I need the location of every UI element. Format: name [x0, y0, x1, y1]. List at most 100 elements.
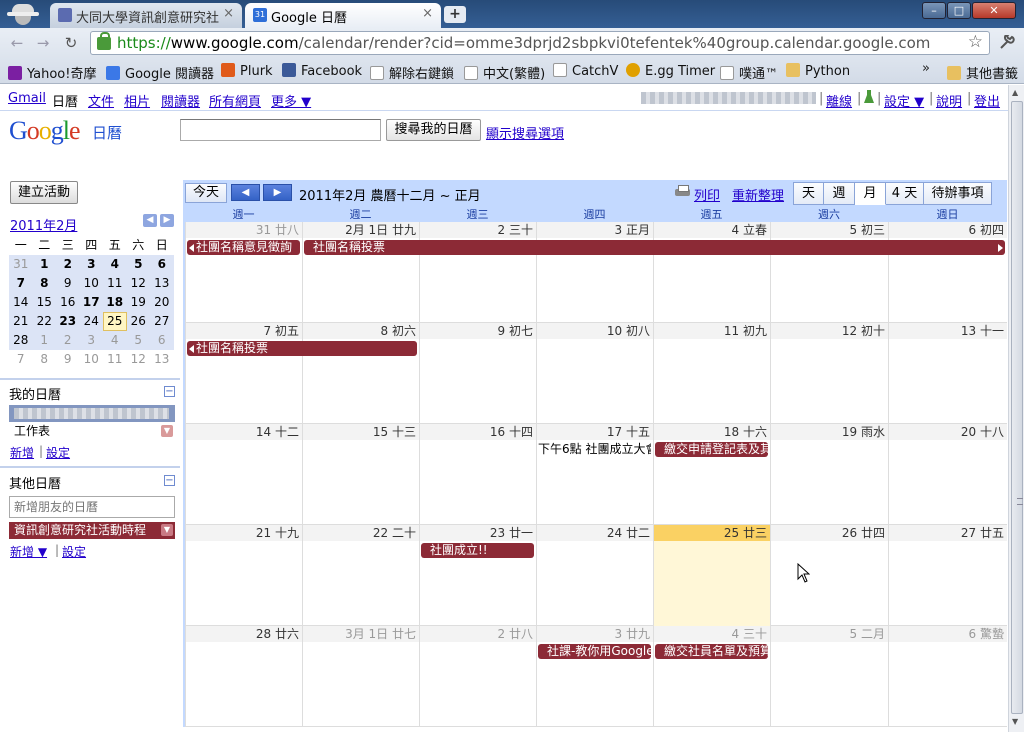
- day-cell[interactable]: 12 初十: [770, 323, 888, 424]
- mini-day[interactable]: 13: [150, 350, 174, 369]
- my-calendar-item[interactable]: [9, 405, 175, 422]
- scrollbar-thumb[interactable]: [1011, 101, 1023, 714]
- address-bar[interactable]: https://www.google.com/calendar/render?c…: [90, 31, 990, 55]
- google-logo[interactable]: Google: [9, 116, 81, 146]
- day-cell[interactable]: 6 驚蟄: [888, 626, 1007, 727]
- day-cell[interactable]: 2 三十: [419, 222, 536, 323]
- mini-day[interactable]: 15: [33, 293, 57, 312]
- mini-day[interactable]: 20: [150, 293, 174, 312]
- day-number[interactable]: 2月 1日 廿九: [303, 222, 419, 238]
- forward-arrow-icon[interactable]: →: [34, 34, 52, 52]
- bookmark-python[interactable]: Python: [786, 63, 850, 79]
- day-cell[interactable]: 20 十八: [888, 424, 1007, 525]
- day-cell[interactable]: 16 十四: [419, 424, 536, 525]
- day-cell[interactable]: 27 廿五: [888, 525, 1007, 626]
- mini-day[interactable]: 1: [33, 331, 57, 350]
- mini-day[interactable]: 10: [80, 350, 104, 369]
- day-cell[interactable]: 28 廿六: [185, 626, 302, 727]
- gbar-gmail-link[interactable]: Gmail: [8, 91, 46, 106]
- mini-day[interactable]: 8: [33, 350, 57, 369]
- page-scrollbar[interactable]: ▲ ▼: [1008, 85, 1024, 732]
- tab-close-icon[interactable]: ×: [422, 6, 433, 21]
- day-number[interactable]: 9 初七: [420, 323, 536, 339]
- day-cell[interactable]: 15 十三: [302, 424, 419, 525]
- my-calendars-add-link[interactable]: 新增: [10, 444, 34, 461]
- mini-day[interactable]: 17: [80, 293, 104, 312]
- today-button[interactable]: 今天: [185, 183, 227, 203]
- day-number[interactable]: 3月 1日 廿七: [303, 626, 419, 642]
- mini-day[interactable]: 18: [103, 293, 127, 312]
- my-calendars-settings-link[interactable]: 設定: [46, 444, 70, 461]
- day-cell[interactable]: 18 十六: [653, 424, 770, 525]
- mini-day[interactable]: 23: [56, 312, 80, 331]
- scroll-up-icon[interactable]: ▲: [1012, 88, 1018, 97]
- day-cell[interactable]: 9 初七: [419, 323, 536, 424]
- mini-day[interactable]: 27: [150, 312, 174, 331]
- mini-day[interactable]: 7: [9, 350, 33, 369]
- day-number[interactable]: 8 初六: [303, 323, 419, 339]
- dropdown-arrow-icon[interactable]: ▼: [161, 425, 173, 437]
- day-number[interactable]: 25 廿三: [654, 525, 770, 541]
- mini-day[interactable]: 21: [9, 312, 33, 331]
- bookmark-chinese[interactable]: 中文(繁體): [464, 63, 545, 82]
- new-tab-button[interactable]: +: [444, 6, 466, 23]
- day-cell[interactable]: 2 廿八: [419, 626, 536, 727]
- all-day-event[interactable]: 社團名稱意見徵詢: [187, 240, 300, 255]
- all-day-event[interactable]: 社課-教你用Google日曆: [538, 644, 651, 659]
- mini-day[interactable]: 22: [33, 312, 57, 331]
- gbar-more-link[interactable]: 更多 ▼: [271, 91, 311, 110]
- day-cell[interactable]: 14 十二: [185, 424, 302, 525]
- bookmark-unlock-rightclick[interactable]: 解除右鍵鎖: [370, 63, 454, 82]
- day-number[interactable]: 4 立春: [654, 222, 770, 238]
- day-cell[interactable]: 3 正月: [536, 222, 653, 323]
- day-cell[interactable]: 23 廿一: [419, 525, 536, 626]
- mini-day[interactable]: 2: [56, 331, 80, 350]
- mini-day[interactable]: 14: [9, 293, 33, 312]
- maximize-button[interactable]: □: [947, 2, 971, 19]
- day-number[interactable]: 26 廿四: [771, 525, 888, 541]
- mini-day[interactable]: 6: [150, 331, 174, 350]
- bookmark-yahoo[interactable]: Yahoo!奇摩: [8, 63, 96, 82]
- day-cell[interactable]: 5 初三: [770, 222, 888, 323]
- mini-day[interactable]: 8: [33, 274, 57, 293]
- day-number[interactable]: 31 廿八: [186, 222, 302, 238]
- day-cell[interactable]: 26 廿四: [770, 525, 888, 626]
- day-cell[interactable]: 17 十五: [536, 424, 653, 525]
- all-day-event[interactable]: 社團成立!!: [421, 543, 534, 558]
- all-day-event[interactable]: 繳交申請登記表及其他: [655, 442, 768, 457]
- close-window-button[interactable]: ✕: [972, 2, 1016, 19]
- mini-day[interactable]: 1: [33, 255, 57, 274]
- mini-day[interactable]: 3: [80, 331, 104, 350]
- prev-period-icon[interactable]: ◀: [231, 184, 260, 201]
- day-number[interactable]: 18 十六: [654, 424, 770, 440]
- day-number[interactable]: 19 雨水: [771, 424, 888, 440]
- tasks-calendar-item[interactable]: 工作表 ▼: [9, 423, 175, 440]
- day-cell[interactable]: 4 立春: [653, 222, 770, 323]
- day-number[interactable]: 21 十九: [186, 525, 302, 541]
- month-grid[interactable]: 31 廿八 2月 1日 廿九 2 三十 3 正月 4 立春 5 初三 6 初四 社團名稱意見徵…: [185, 222, 1007, 727]
- gbar-signout-link[interactable]: 登出: [974, 91, 1000, 110]
- print-link[interactable]: 列印: [694, 185, 720, 204]
- mini-day[interactable]: 4: [103, 331, 127, 350]
- mini-next-month-icon[interactable]: ▶: [160, 214, 174, 227]
- day-cell[interactable]: 24 廿二: [536, 525, 653, 626]
- gbar-web-link[interactable]: 所有網頁: [209, 91, 261, 110]
- mini-day[interactable]: 10: [80, 274, 104, 293]
- day-number[interactable]: 2 廿八: [420, 626, 536, 642]
- calendar-search-input[interactable]: [180, 119, 381, 141]
- tab-month-view[interactable]: 月: [855, 182, 886, 205]
- mini-day[interactable]: 16: [56, 293, 80, 312]
- gbar-settings-link[interactable]: 設定 ▼: [884, 91, 924, 110]
- tab-close-icon[interactable]: ×: [223, 6, 234, 21]
- day-number[interactable]: 12 初十: [771, 323, 888, 339]
- gbar-photos-link[interactable]: 相片: [124, 91, 150, 110]
- day-number[interactable]: 5 初三: [771, 222, 888, 238]
- mini-day[interactable]: 13: [150, 274, 174, 293]
- mini-day[interactable]: 24: [80, 312, 104, 331]
- club-calendar-item[interactable]: 資訊創意研究社活動時程 ▼: [9, 522, 175, 539]
- day-cell[interactable]: 8 初六: [302, 323, 419, 424]
- day-cell[interactable]: 13 十一: [888, 323, 1007, 424]
- day-number[interactable]: 24 廿二: [537, 525, 653, 541]
- minimize-button[interactable]: –: [922, 2, 946, 19]
- mini-day[interactable]: 11: [103, 274, 127, 293]
